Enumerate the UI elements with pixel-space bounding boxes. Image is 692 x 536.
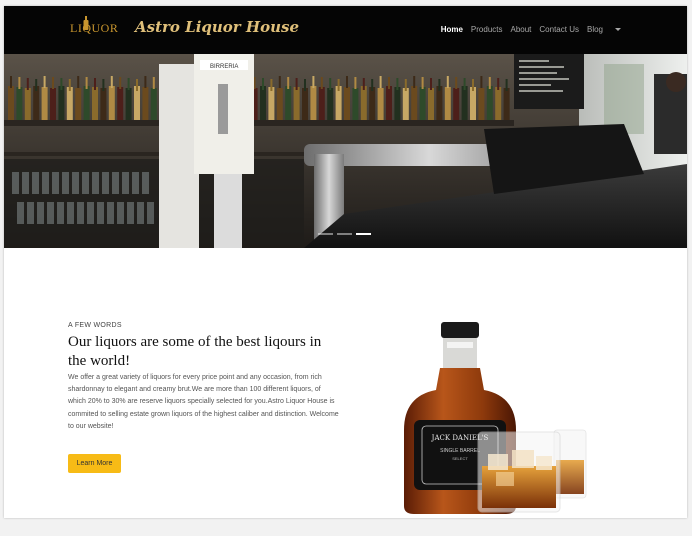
carousel-dot[interactable] — [337, 233, 352, 235]
section-eyebrow: A FEW WORDS — [68, 322, 122, 329]
learn-more-button[interactable]: Learn More — [68, 454, 121, 473]
logo[interactable]: LIQUOR — [70, 15, 120, 45]
nav-about[interactable]: About — [511, 25, 532, 34]
nav-products[interactable]: Products — [471, 25, 503, 34]
main-nav: Home Products About Contact Us Blog — [441, 25, 621, 34]
label-line2: SINGLE BARREL — [440, 448, 480, 454]
nav-blog[interactable]: Blog — [587, 25, 603, 34]
logo-text: LIQUOR — [70, 21, 119, 35]
nav-contact[interactable]: Contact Us — [539, 25, 579, 34]
hero-bar-image: BIRRERIA — [4, 54, 687, 248]
dropdown-caret-icon[interactable] — [615, 28, 621, 31]
section-body: We offer a great variety of liquors for … — [68, 374, 339, 430]
brand-title[interactable]: Astro Liquor House — [135, 18, 299, 36]
sign-text: BIRRERIA — [210, 64, 238, 70]
label-line3: SELECT — [452, 456, 468, 461]
bottle-icon — [83, 16, 89, 30]
carousel-dot-active[interactable] — [356, 233, 371, 235]
navbar: LIQUOR Astro Liquor House Home Products … — [4, 6, 687, 54]
page-frame: LIQUOR Astro Liquor House Home Products … — [4, 6, 687, 518]
section-heading: Our liquors are some of the best liqours… — [68, 334, 322, 369]
carousel-indicators — [318, 233, 371, 235]
whiskey-product-image: JACK DANIEL'S SINGLE BARREL SELECT — [404, 322, 587, 514]
carousel-dot[interactable] — [318, 233, 333, 235]
hero-carousel[interactable]: BIRRERIA — [4, 54, 687, 248]
nav-home[interactable]: Home — [441, 25, 463, 34]
